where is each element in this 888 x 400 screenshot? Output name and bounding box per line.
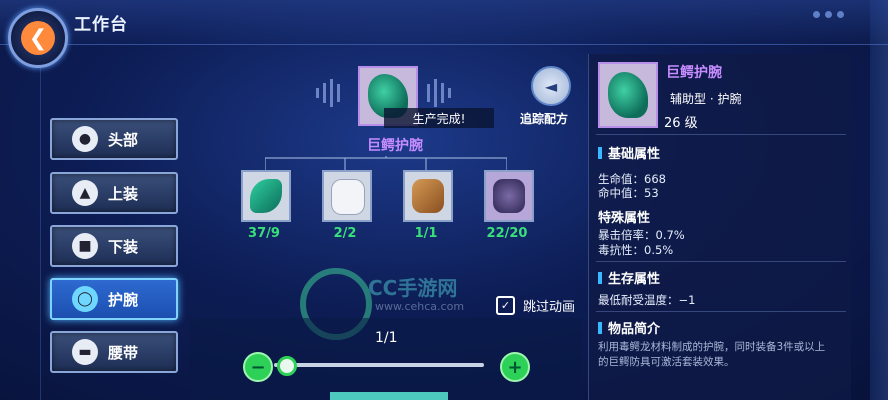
section-intro-title: 物品简介 [598,318,660,337]
stat-line: 暴击倍率：0.7% [598,228,685,242]
material-slot[interactable] [241,170,291,222]
sound-bars-right [427,78,451,108]
material-count: 22/20 [486,226,528,241]
back-button[interactable]: ❮ [8,8,68,68]
tab-label: 腰带 [108,343,139,362]
track-recipe-button[interactable]: ◄ [531,66,571,106]
bracer-icon: ◯ [72,286,98,312]
tab-label: 上装 [108,184,139,203]
tab-top[interactable]: ▲ 上装 [50,172,178,214]
detail-item-level: 26 级 [664,116,698,131]
quantity-value: 1/1 [375,330,398,346]
checkbox-checked-icon[interactable]: ✓ [496,296,515,315]
sound-icon: ◄ [544,76,558,96]
skip-animation-toggle[interactable]: ✓ 跳过动画 [496,296,575,315]
watermark-text: CC手游网 [368,276,458,300]
material-count: 1/1 [414,226,438,241]
material-slot[interactable] [403,170,453,222]
slider-handle[interactable] [277,356,297,376]
tab-belt[interactable]: ▬ 腰带 [50,331,178,373]
tab-bottom[interactable]: ■ 下装 [50,225,178,267]
helmet-icon: ● [72,126,98,152]
material-tree-lines [265,156,507,170]
item-description: 利用毒鳄龙材料制成的护腕，同时装备3件或以上的巨鳄防具可激活套装效果。 [598,341,826,368]
stat-line: 最低耐受温度：−1 [598,293,696,307]
stat-line: 毒抗性：0.5% [598,243,674,257]
menu-dots-icon[interactable] [813,11,844,18]
stat-line: 命中值：53 [598,186,659,200]
increase-button[interactable]: + [500,352,530,382]
material-count: 37/9 [248,226,280,241]
page-title: 工作台 [74,15,128,35]
quantity-slider[interactable] [274,363,484,367]
divider [596,261,846,262]
material-slot[interactable] [484,170,534,222]
section-survive-title: 生存属性 [598,268,660,287]
detail-item-icon [598,62,658,128]
sound-bars-left [316,78,340,108]
material-slot[interactable] [322,170,372,222]
right-frame [870,0,888,400]
tab-bracer[interactable]: ◯ 护腕 [50,278,178,320]
tab-label: 头部 [108,130,139,149]
confirm-button[interactable] [330,392,448,400]
skip-animation-label: 跳过动画 [523,300,576,315]
item-name: 巨鳄护腕 [367,138,423,154]
pants-icon: ■ [72,233,98,259]
tab-head[interactable]: ● 头部 [50,118,178,160]
material-count: 2/2 [333,226,357,241]
armor-icon: ▲ [72,180,98,206]
section-base-title: 基础属性 [598,143,660,162]
divider [596,134,846,135]
divider [596,311,846,312]
watermark-url: www.cehca.com [375,300,465,313]
section-title: 物品简介 [608,322,661,337]
tab-label: 护腕 [108,290,139,309]
detail-item-name: 巨鳄护腕 [666,65,722,81]
detail-item-type: 辅助型 · 护腕 [670,92,742,106]
top-bar [0,0,888,45]
tab-label: 下装 [108,237,139,256]
section-title: 基础属性 [608,147,661,162]
section-title: 生存属性 [608,272,661,287]
decrease-button[interactable]: − [243,352,273,382]
track-recipe-label: 追踪配方 [520,112,569,126]
special-title: 特殊属性 [598,211,651,226]
belt-icon: ▬ [72,339,98,365]
left-frame [0,60,41,400]
craft-status: 生产完成! [384,108,494,128]
back-arrow-icon: ❮ [21,21,55,55]
